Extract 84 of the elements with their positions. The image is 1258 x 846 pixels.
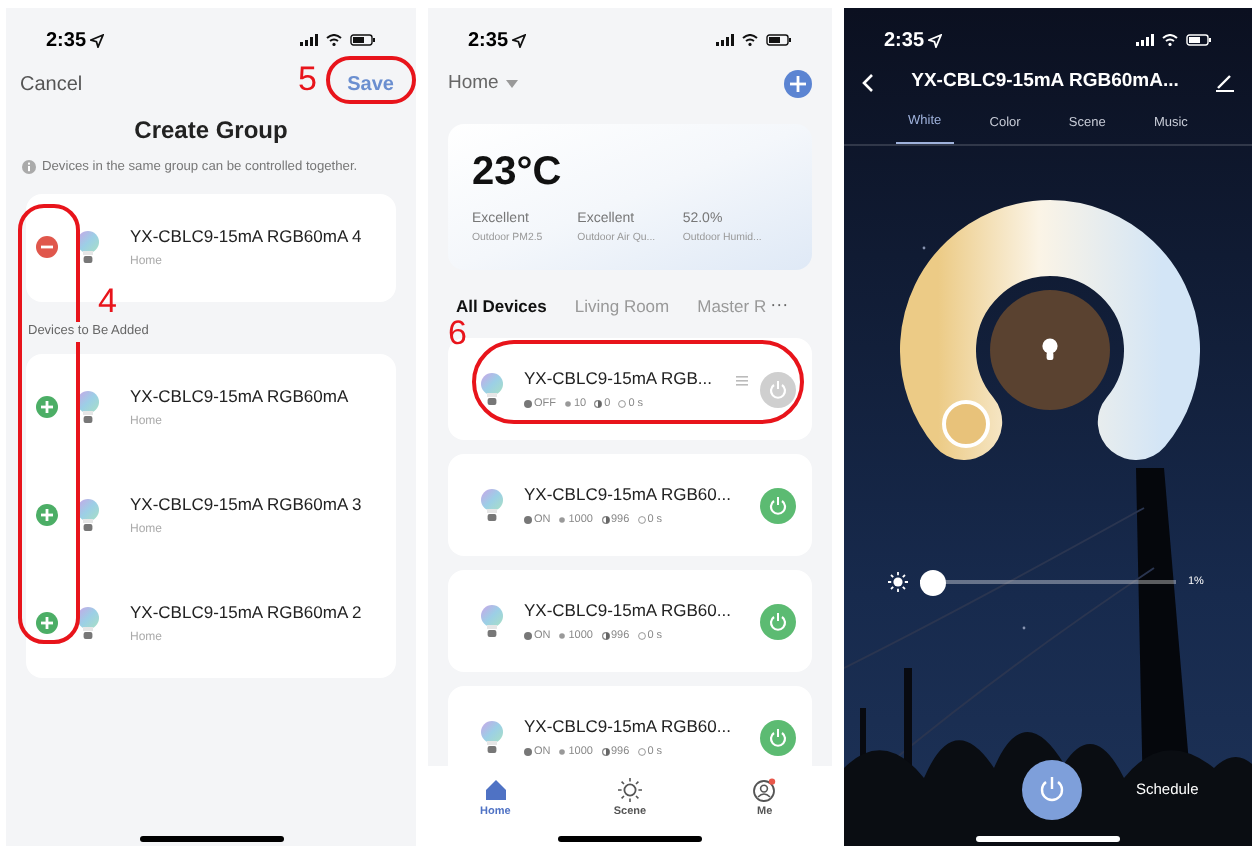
sun-icon: [558, 632, 567, 641]
sun-icon: [617, 778, 642, 802]
power-icon: [768, 727, 788, 747]
wifi-icon: [326, 34, 342, 46]
light-bulb-icon: [480, 487, 504, 523]
home-indicator: [139, 836, 283, 842]
device-name: YX-CBLC9-15mA RGB60mA 2: [130, 599, 362, 626]
light-bulb-icon: [76, 497, 100, 534]
clock-icon: [637, 632, 646, 641]
location-arrow-icon: [928, 33, 943, 47]
callout-number: 6: [448, 316, 467, 350]
light-bulb-icon: [480, 603, 504, 639]
light-bulb-icon: [76, 605, 100, 642]
signal-icon: [716, 34, 734, 46]
remove-icon[interactable]: [36, 236, 58, 259]
clock-icon: [618, 400, 627, 409]
contrast-icon: [601, 748, 609, 757]
wifi-icon: [742, 34, 758, 46]
wifi-icon: [1162, 34, 1178, 46]
light-bulb-icon: [76, 389, 100, 426]
device-name: YX-CBLC9-15mA RGB60mA: [130, 383, 349, 410]
light-bulb-icon: [1042, 337, 1058, 362]
status-dot-icon: [524, 748, 532, 757]
brightness-slider[interactable]: [920, 569, 1176, 596]
add-icon[interactable]: [36, 612, 58, 635]
info-icon: [22, 160, 36, 175]
room-tab[interactable]: All Devices: [456, 293, 547, 319]
home-indicator: [558, 836, 702, 842]
battery-icon: [766, 34, 792, 46]
power-icon: [768, 379, 788, 399]
plus-icon: [790, 76, 806, 92]
back-chevron-icon: [862, 73, 874, 91]
battery-icon: [350, 34, 376, 46]
contrast-icon: [601, 632, 609, 641]
brightness-icon: [888, 572, 908, 593]
edit-button[interactable]: [1215, 73, 1234, 91]
sun-icon: [558, 748, 567, 757]
home-selector[interactable]: Home: [448, 69, 519, 99]
status-time: 2:35: [468, 27, 509, 55]
contrast-icon: [594, 400, 603, 409]
light-bulb-icon: [480, 719, 504, 755]
power-icon: [768, 611, 788, 631]
clock-icon: [637, 748, 646, 757]
location-arrow-icon: [90, 33, 105, 47]
power-icon: [1038, 776, 1066, 804]
highlight-outline: [326, 56, 416, 104]
device-name: YX-CBLC9-15mA RGB60mA 4: [130, 224, 362, 250]
device-title: YX-CBLC9-15mA RGB60mA...: [911, 67, 1179, 96]
temperature: 23°C: [472, 152, 564, 192]
status-time: 2:35: [46, 27, 87, 55]
more-button[interactable]: ···: [770, 292, 789, 320]
device-name: YX-CBLC9-15mA RGB60...: [524, 713, 733, 739]
cancel-button[interactable]: Cancel: [20, 69, 83, 99]
status-time: 2:35: [884, 27, 925, 55]
home-icon: [483, 778, 508, 802]
light-bulb-icon: [76, 229, 100, 266]
add-icon[interactable]: [36, 504, 58, 527]
device-name: YX-CBLC9-15mA RGB60...: [524, 481, 733, 507]
light-bulb-icon: [480, 371, 504, 407]
device-name: YX-CBLC9-15mA RGB...: [524, 365, 715, 391]
callout-number: 4: [98, 284, 117, 318]
add-icon[interactable]: [36, 396, 58, 419]
signal-icon: [1136, 34, 1154, 46]
clock-icon: [637, 516, 646, 525]
contrast-icon: [601, 516, 609, 525]
device-name: YX-CBLC9-15mA RGB60mA 3: [130, 491, 362, 518]
screen-title: Create Group: [132, 114, 290, 148]
home-indicator: [976, 836, 1120, 842]
pencil-icon: [1215, 73, 1234, 91]
location-arrow-icon: [512, 33, 527, 47]
sun-icon: [564, 400, 572, 409]
battery-icon: [1186, 34, 1212, 46]
caret-icon: [506, 80, 519, 88]
add-button[interactable]: [784, 70, 812, 98]
power-icon: [768, 495, 788, 515]
status-dot-icon: [524, 516, 532, 525]
callout-number: 5: [298, 62, 317, 96]
signal-icon: [300, 34, 318, 46]
device-name: YX-CBLC9-15mA RGB60...: [524, 597, 733, 623]
person-icon: [752, 778, 777, 802]
back-button[interactable]: [862, 73, 874, 91]
status-dot-icon: [524, 632, 532, 641]
sun-icon: [558, 516, 567, 525]
status-dot-icon: [524, 400, 532, 409]
